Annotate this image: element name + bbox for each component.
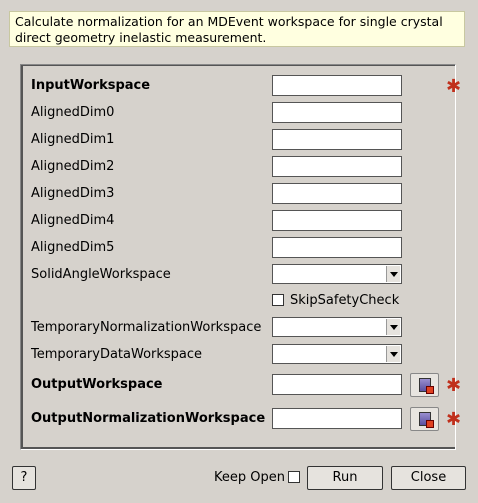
output-normalization-workspace-field[interactable] xyxy=(272,408,402,429)
output-normalization-workspace-browse-button[interactable] xyxy=(410,407,439,431)
temporary-normalization-workspace-combo[interactable] xyxy=(272,317,402,337)
help-button[interactable]: ? xyxy=(12,466,36,490)
required-star-icon: ✱ xyxy=(446,76,462,97)
algorithm-description: Calculate normalization for an MDEvent w… xyxy=(9,11,465,47)
workspace-icon xyxy=(419,412,434,428)
solid-angle-workspace-label: SolidAngleWorkspace xyxy=(31,267,171,282)
output-workspace-browse-button[interactable] xyxy=(410,373,439,397)
chevron-down-icon[interactable] xyxy=(386,346,400,362)
aligned-dim1-field[interactable] xyxy=(272,129,402,150)
aligned-dim2-label: AlignedDim2 xyxy=(31,159,115,174)
input-workspace-field[interactable] xyxy=(272,75,402,96)
aligned-dim1-label: AlignedDim1 xyxy=(31,132,115,147)
workspace-icon xyxy=(419,378,434,394)
skip-safety-check-checkbox[interactable] xyxy=(272,294,284,306)
temporary-data-workspace-combo[interactable] xyxy=(272,344,402,364)
aligned-dim4-label: AlignedDim4 xyxy=(31,213,115,228)
aligned-dim2-field[interactable] xyxy=(272,156,402,177)
output-normalization-workspace-label: OutputNormalizationWorkspace xyxy=(31,411,266,426)
required-star-icon: ✱ xyxy=(446,375,462,396)
temporary-data-workspace-label: TemporaryDataWorkspace xyxy=(31,347,203,362)
required-star-icon: ✱ xyxy=(446,409,462,430)
skip-safety-check-label[interactable]: SkipSafetyCheck xyxy=(290,293,399,308)
keep-open-checkbox[interactable] xyxy=(288,471,300,483)
chevron-down-icon[interactable] xyxy=(386,319,400,335)
output-workspace-field[interactable] xyxy=(272,374,402,395)
aligned-dim3-label: AlignedDim3 xyxy=(31,186,115,201)
aligned-dim5-label: AlignedDim5 xyxy=(31,240,115,255)
aligned-dim4-field[interactable] xyxy=(272,210,402,231)
aligned-dim0-label: AlignedDim0 xyxy=(31,105,115,120)
temporary-normalization-workspace-label: TemporaryNormalizationWorkspace xyxy=(31,320,262,335)
aligned-dim3-field[interactable] xyxy=(272,183,402,204)
input-workspace-label: InputWorkspace xyxy=(31,78,151,93)
run-button[interactable]: Run xyxy=(307,466,383,490)
aligned-dim5-field[interactable] xyxy=(272,237,402,258)
aligned-dim0-field[interactable] xyxy=(272,102,402,123)
output-workspace-label: OutputWorkspace xyxy=(31,377,163,392)
keep-open-label: Keep Open xyxy=(214,470,285,485)
close-button[interactable]: Close xyxy=(391,466,466,490)
chevron-down-icon[interactable] xyxy=(386,266,400,282)
solid-angle-workspace-combo[interactable] xyxy=(272,264,402,284)
